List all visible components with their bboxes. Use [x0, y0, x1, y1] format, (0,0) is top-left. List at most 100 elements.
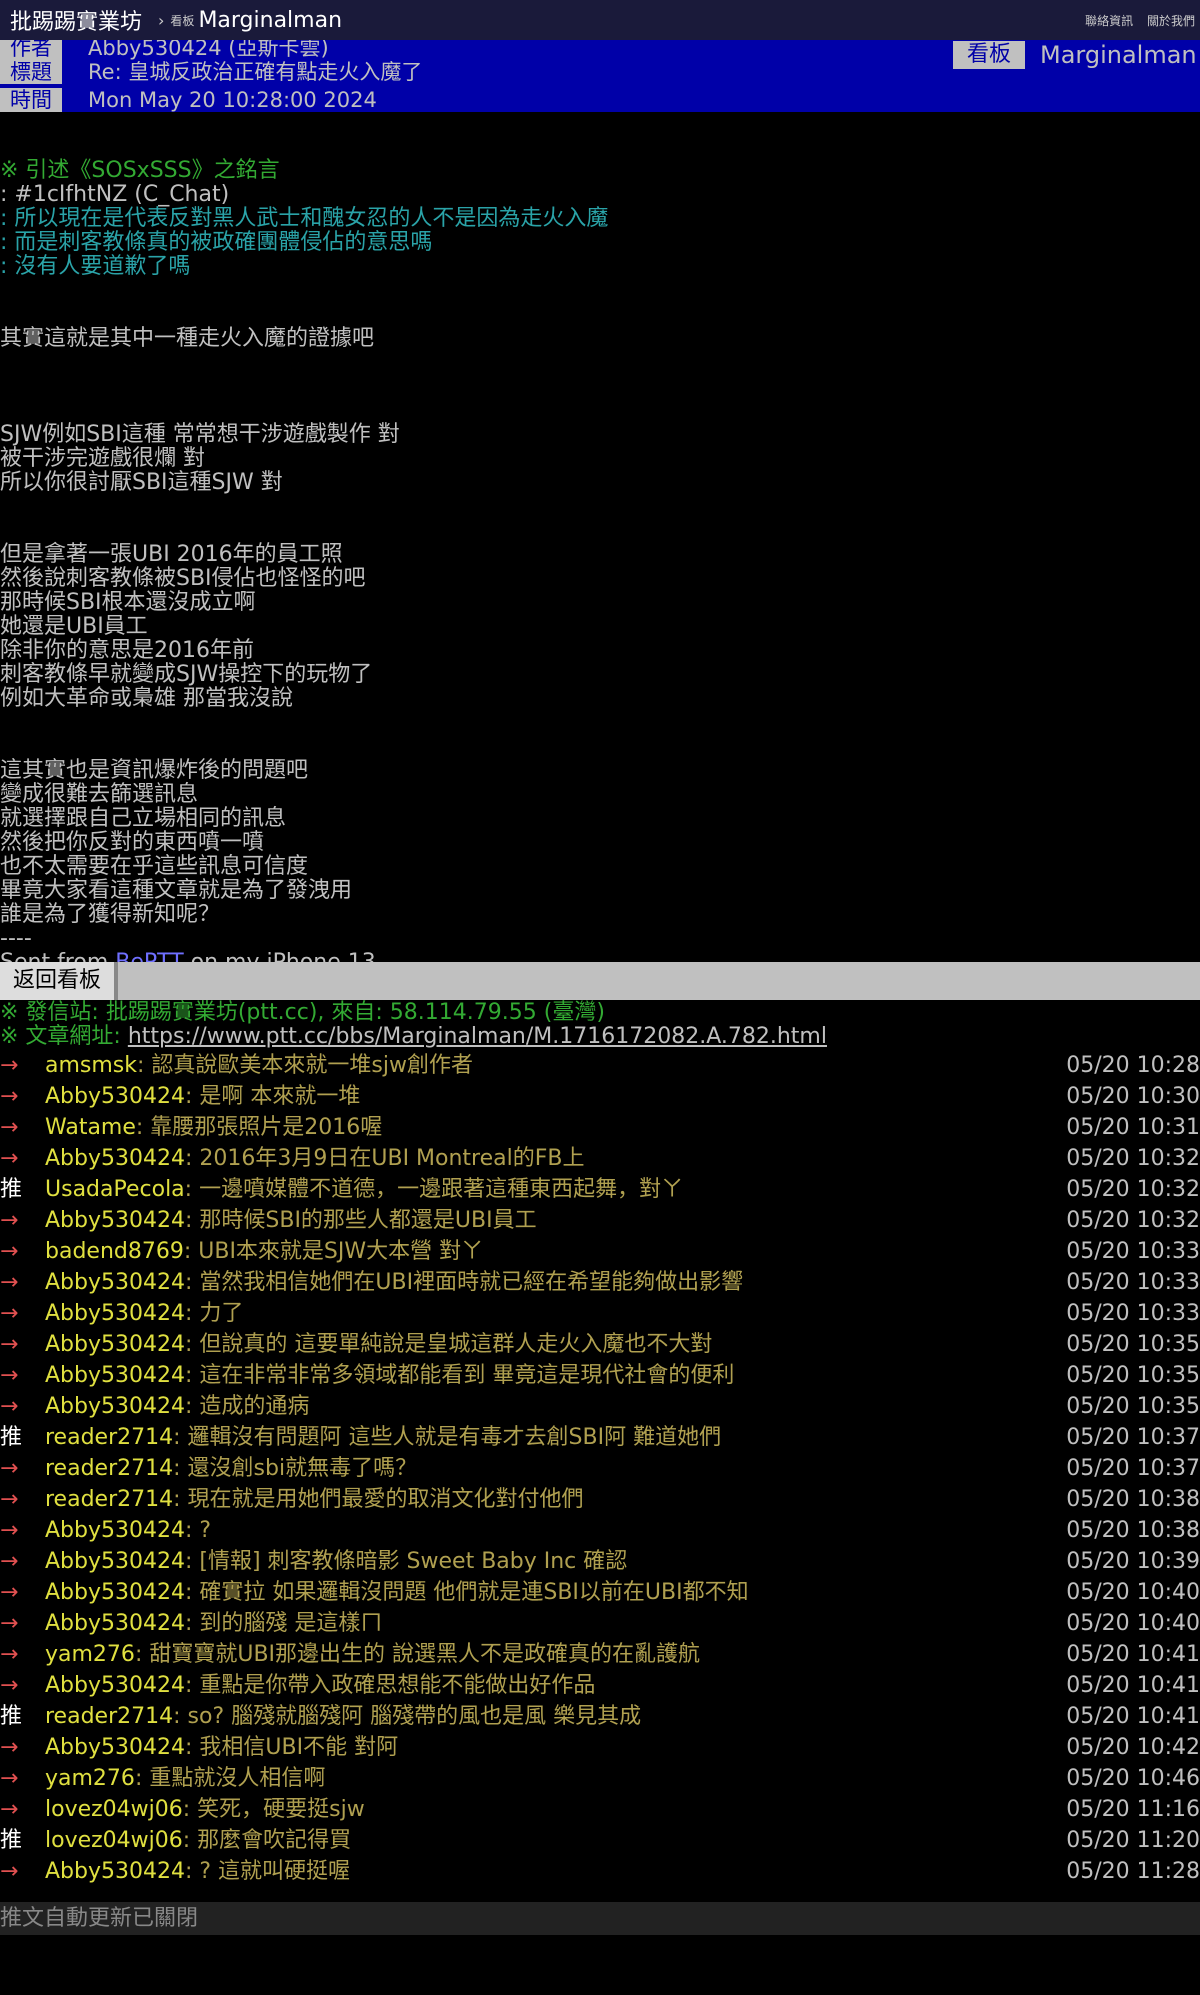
push-tag: → — [0, 1332, 19, 1357]
push-user[interactable]: Abby530424: 但說真的 這要單純說是皇城這群人走火入魔也不大對 — [45, 1329, 712, 1360]
push-user[interactable]: reader2714: 現在就是用她們最愛的取消文化對付他們 — [45, 1484, 584, 1515]
push-user[interactable]: Abby530424: ? 這就叫硬挺喔 — [45, 1856, 350, 1887]
push-user-id[interactable]: Abby530424 — [45, 1270, 185, 1295]
push-user-id[interactable]: Abby530424 — [45, 1673, 185, 1698]
push-user[interactable]: Abby530424: 到的腦殘 是這樣ㄇ — [45, 1608, 382, 1639]
push-user-id[interactable]: Abby530424 — [45, 1301, 185, 1326]
push-content: : 我相信UBI不能 對阿 — [184, 1735, 399, 1760]
push-user[interactable]: UsadaPecola: 一邊噴媒體不道德，一邊跟著這種東西起舞，對ㄚ — [45, 1174, 683, 1205]
push-row: → yam276: 重點就沒人相信啊 05/20 10:46 — [0, 1763, 1200, 1794]
push-user-id[interactable]: Abby530424 — [45, 1208, 185, 1233]
push-user[interactable]: Abby530424: 力了 — [45, 1298, 243, 1329]
push-row: → Watame: 靠腰那張照片是2016喔 05/20 10:31 — [0, 1112, 1200, 1143]
push-time: 05/20 10:28 — [1066, 1053, 1200, 1078]
push-user-id[interactable]: UsadaPecola — [45, 1177, 185, 1202]
push-user-id[interactable]: yam276 — [45, 1642, 135, 1667]
push-row: → Abby530424: 這在非常非常多領域都能看到 畢竟這是現代社會的便利 05… — [0, 1360, 1200, 1391]
push-user[interactable]: reader2714: so? 腦殘就腦殘阿 腦殘帶的風也是風 樂見其成 — [45, 1701, 641, 1732]
push-user[interactable]: lovez04wj06: 那麼會吹記得買 — [45, 1825, 351, 1856]
push-user[interactable]: badend8769: UBI本來就是SJW大本營 對ㄚ — [45, 1236, 483, 1267]
push-user[interactable]: yam276: 重點就沒人相信啊 — [45, 1763, 325, 1794]
push-time: 05/20 10:32 — [1066, 1146, 1200, 1171]
push-user-id[interactable]: Abby530424 — [45, 1859, 185, 1884]
push-user[interactable]: Watame: 靠腰那張照片是2016喔 — [45, 1112, 382, 1143]
push-user[interactable]: yam276: 甜寶寶就UBI那邊出生的 說選黑人不是政確真的在亂護航 — [45, 1639, 700, 1670]
push-content: : 重點是你帶入政確思想能不能做出好作品 — [184, 1673, 596, 1698]
push-row: → Abby530424: 到的腦殘 是這樣ㄇ 05/20 10:40 — [0, 1608, 1200, 1639]
push-tag: → — [0, 1394, 19, 1419]
push-content: : ? 這就叫硬挺喔 — [184, 1859, 351, 1884]
push-tag: 推 — [0, 1425, 23, 1450]
push-time: 05/20 10:38 — [1066, 1487, 1200, 1512]
push-user-id[interactable]: reader2714 — [45, 1487, 173, 1512]
push-content: : [情報] 刺客教條暗影 Sweet Baby Inc 確認 — [184, 1549, 628, 1574]
push-tag: → — [0, 1053, 19, 1078]
contact-link[interactable]: 聯絡資訊 — [1085, 14, 1133, 28]
push-user-id[interactable]: Abby530424 — [45, 1332, 185, 1357]
title-key: 標題 — [0, 60, 62, 84]
push-user-id[interactable]: Abby530424 — [45, 1363, 185, 1388]
push-user[interactable]: Abby530424: 確實拉 如果邏輯沒問題 他們就是連SBI以前在UBI都不… — [45, 1577, 749, 1608]
push-row: → reader2714: 還沒創sbi就無毒了嗎？ 05/20 10:37 — [0, 1453, 1200, 1484]
push-row: → Abby530424: 重點是你帶入政確思想能不能做出好作品 05/20 10:… — [0, 1670, 1200, 1701]
push-user-id[interactable]: Abby530424 — [45, 1580, 185, 1605]
push-tag: → — [0, 1208, 19, 1233]
push-tag: → — [0, 1735, 19, 1760]
push-user-id[interactable]: amsmsk — [45, 1053, 137, 1078]
push-content: : 現在就是用她們最愛的取消文化對付他們 — [173, 1487, 584, 1512]
push-user[interactable]: amsmsk: 認真說歐美本來就一堆sjw創作者 — [45, 1050, 473, 1081]
push-user[interactable]: Abby530424: 2016年3月9日在UBI Montreal的FB上 — [45, 1143, 585, 1174]
push-user-id[interactable]: Abby530424 — [45, 1146, 185, 1171]
push-user[interactable]: Abby530424: [情報] 刺客教條暗影 Sweet Baby Inc 確… — [45, 1546, 627, 1577]
push-time: 05/20 10:37 — [1066, 1425, 1200, 1450]
push-user[interactable]: Abby530424: ? — [45, 1515, 211, 1546]
top-links: 聯絡資訊 關於我們 — [1075, 12, 1195, 29]
push-tag: → — [0, 1549, 19, 1574]
push-tag: 推 — [0, 1704, 23, 1729]
push-user-id[interactable]: Abby530424 — [45, 1084, 185, 1109]
quote-line: : 所以現在是代表反對黑人武士和醜女忍的人不是因為走火入魔 — [0, 206, 609, 231]
push-user[interactable]: Abby530424: 是啊 本來就一堆 — [45, 1081, 360, 1112]
push-user-id[interactable]: yam276 — [45, 1766, 135, 1791]
push-time: 05/20 10:31 — [1066, 1115, 1200, 1140]
push-user-id[interactable]: Abby530424 — [45, 1394, 185, 1419]
push-user-id[interactable]: Abby530424 — [45, 1735, 185, 1760]
push-user-id[interactable]: Watame — [45, 1115, 136, 1140]
push-user-id[interactable]: reader2714 — [45, 1425, 173, 1450]
push-user[interactable]: Abby530424: 當然我相信她們在UBI裡面時就已經在希望能夠做出影響 — [45, 1267, 743, 1298]
about-link[interactable]: 關於我們 — [1147, 14, 1195, 28]
push-user-id[interactable]: lovez04wj06 — [45, 1797, 183, 1822]
push-user[interactable]: Abby530424: 造成的通病 — [45, 1391, 309, 1422]
board-label: 看板 — [170, 13, 195, 28]
back-bar: 返回看板 — [0, 962, 1200, 1000]
push-time: 05/20 10:41 — [1066, 1642, 1200, 1667]
push-user[interactable]: Abby530424: 我相信UBI不能 對阿 — [45, 1732, 398, 1763]
push-user-id[interactable]: badend8769 — [45, 1239, 184, 1264]
site-logo-link[interactable]: 批踢踢實業坊 — [10, 4, 142, 36]
push-user-id[interactable]: Abby530424 — [45, 1549, 185, 1574]
article-url-link[interactable]: https://www.ptt.cc/bbs/Marginalman/M.171… — [128, 1024, 827, 1049]
push-tag: → — [0, 1084, 19, 1109]
push-user[interactable]: reader2714: 還沒創sbi就無毒了嗎？ — [45, 1453, 417, 1484]
push-user[interactable]: reader2714: 邏輯沒有問題阿 這些人就是有毒才去創SBI阿 難道她們 — [45, 1422, 721, 1453]
push-user[interactable]: lovez04wj06: 笑死，硬要挺sjw — [45, 1794, 365, 1825]
push-user[interactable]: Abby530424: 重點是你帶入政確思想能不能做出好作品 — [45, 1670, 595, 1701]
push-time: 05/20 10:33 — [1066, 1301, 1200, 1326]
push-row: → reader2714: 現在就是用她們最愛的取消文化對付他們 05/20 10:… — [0, 1484, 1200, 1515]
board-link[interactable]: Marginalman — [198, 8, 342, 33]
signature-divider: ---- — [0, 926, 32, 951]
push-user[interactable]: Abby530424: 這在非常非常多領域都能看到 畢竟這是現代社會的便利 — [45, 1360, 734, 1391]
push-user-id[interactable]: Abby530424 — [45, 1518, 185, 1543]
push-content: : 邏輯沒有問題阿 這些人就是有毒才去創SBI阿 難道她們 — [173, 1425, 722, 1450]
push-user-id[interactable]: reader2714 — [45, 1704, 173, 1729]
article-header: 作者 Abby530424 (亞斯卡雲) 標題 Re: 皇城反政治正確有點走火入… — [0, 40, 1200, 112]
push-content: : so? 腦殘就腦殘阿 腦殘帶的風也是風 樂見其成 — [173, 1704, 642, 1729]
push-row: → Abby530424: 力了 05/20 10:33 — [0, 1298, 1200, 1329]
push-row: → Abby530424: 2016年3月9日在UBI Montreal的FB上 0… — [0, 1143, 1200, 1174]
push-user-id[interactable]: reader2714 — [45, 1456, 173, 1481]
push-user[interactable]: Abby530424: 那時候SBI的那些人都還是UBI員工 — [45, 1205, 537, 1236]
paragraph: SJW例如SBI這種 常常想干涉遊戲製作 對 被干涉完遊戲很爛 對 所以你很討厭… — [0, 422, 400, 495]
push-user-id[interactable]: Abby530424 — [45, 1611, 185, 1636]
back-to-board-button[interactable]: 返回看板 — [0, 962, 118, 1000]
push-user-id[interactable]: lovez04wj06 — [45, 1828, 183, 1853]
